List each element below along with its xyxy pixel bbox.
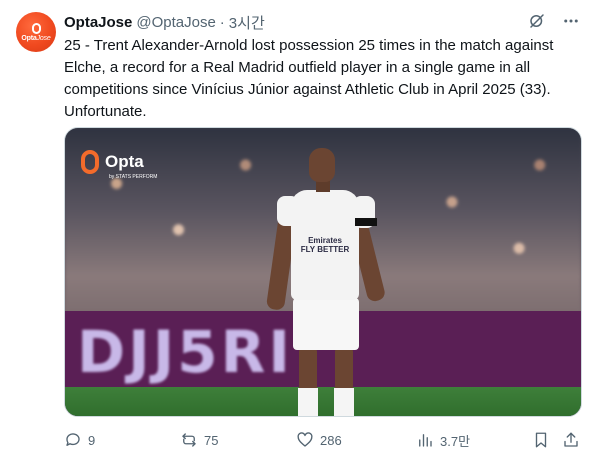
- captain-armband: [355, 218, 377, 226]
- timestamp[interactable]: 3시간: [229, 12, 265, 33]
- share-icon: [562, 431, 580, 449]
- separator: ·: [219, 13, 225, 31]
- author-name[interactable]: OptaJose: [64, 14, 132, 31]
- opta-mark-icon: [81, 150, 99, 174]
- reply-count: 9: [88, 432, 96, 448]
- player-figure: Emirates FLY BETTER: [265, 148, 395, 416]
- grok-icon[interactable]: [528, 12, 546, 30]
- ad-banner-text: DJJ5RI: [77, 318, 293, 386]
- bookmark-button[interactable]: [532, 428, 550, 452]
- share-button[interactable]: [562, 428, 580, 452]
- like-button[interactable]: 286: [296, 428, 342, 452]
- player-head: [309, 148, 335, 182]
- tweet-text: 25 - Trent Alexander-Arnold lost possess…: [64, 37, 554, 120]
- avatar[interactable]: OptaJose: [16, 12, 56, 52]
- views-count: 3.7만: [440, 433, 471, 449]
- bookmark-icon: [532, 431, 550, 449]
- shirt-sponsor: Emirates FLY BETTER: [300, 236, 350, 254]
- opta-watermark-text: Opta: [105, 152, 144, 171]
- opta-logo-icon: [31, 22, 41, 34]
- repost-count: 75: [204, 432, 219, 448]
- like-count: 286: [320, 432, 342, 448]
- opta-watermark-sub: by STATS PERFORM: [109, 174, 158, 180]
- repost-button[interactable]: 75: [180, 428, 218, 452]
- reply-button[interactable]: 9: [64, 428, 95, 452]
- analytics-icon: [416, 431, 434, 449]
- tweet-actions: 9 75 286 3.7만: [64, 428, 584, 452]
- reply-icon: [64, 431, 82, 449]
- tweet-header: OptaJose @OptaJose · 3시간: [64, 12, 586, 32]
- author-handle[interactable]: @OptaJose: [136, 14, 215, 31]
- repost-icon: [180, 431, 198, 449]
- avatar-brand-text: OptaJose: [21, 34, 51, 42]
- heart-icon: [296, 431, 314, 449]
- views-button[interactable]: 3.7만: [416, 428, 470, 452]
- more-options-icon[interactable]: [562, 12, 580, 30]
- tweet-image[interactable]: DJJ5RI Opta by STATS PERFORM Emirates FL…: [64, 127, 582, 417]
- opta-watermark: Opta: [81, 150, 144, 174]
